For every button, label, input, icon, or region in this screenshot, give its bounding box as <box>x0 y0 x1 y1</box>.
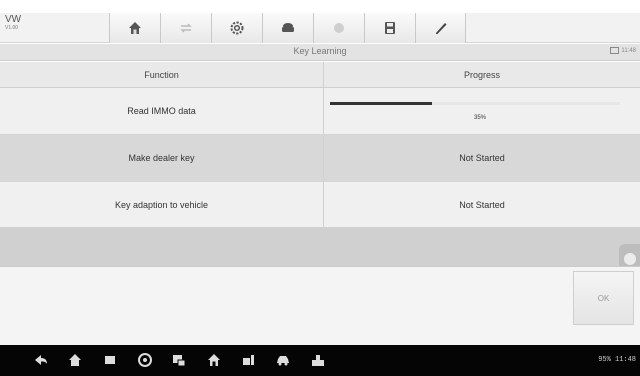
column-header-progress: Progress <box>463 69 500 80</box>
save-button[interactable] <box>364 13 415 43</box>
progress-bar <box>330 102 620 105</box>
home-icon <box>129 22 141 34</box>
function-cell: Key adaption to vehicle <box>0 182 324 228</box>
print-button[interactable] <box>262 13 313 43</box>
print-icon <box>282 23 294 32</box>
autel-home-icon <box>208 354 220 366</box>
browser-button[interactable] <box>136 352 154 368</box>
screenshot-button[interactable] <box>170 352 188 368</box>
ok-button[interactable]: OK <box>573 271 634 325</box>
status-indicators: 95% 11:48 <box>598 356 636 364</box>
progress-cell: Not Started <box>459 200 505 210</box>
recent-apps-icon <box>105 356 115 364</box>
table-row[interactable]: Make dealer key Not Started <box>0 135 640 182</box>
car-icon <box>277 356 289 366</box>
title-right-info: 11:48 <box>610 47 636 54</box>
empty-content-area <box>0 227 640 266</box>
home-icon <box>69 354 81 366</box>
vehicle-make: VW <box>5 14 22 25</box>
shop-button[interactable] <box>309 352 327 368</box>
title-bar: Key Learning 11:48 <box>0 44 640 61</box>
shop-icon <box>312 355 324 366</box>
browser-icon <box>138 353 152 367</box>
header-toolbar: VW V1.00 <box>0 13 640 43</box>
function-cell: Read IMMO data <box>0 88 324 134</box>
page-title: Key Learning <box>293 46 347 56</box>
progress-indicator: 35% <box>330 98 630 128</box>
save-icon <box>385 22 395 34</box>
toolbar <box>109 13 517 43</box>
progress-cell: 35% <box>324 88 640 134</box>
vehicle-brand: VW V1.00 <box>5 14 65 42</box>
device-icon <box>610 47 620 54</box>
progress-fill <box>330 102 432 105</box>
back-icon <box>35 355 47 365</box>
table-row[interactable]: Key adaption to vehicle Not Started <box>0 182 640 229</box>
column-header-function: Function <box>0 62 324 87</box>
system-nav-bar: 95% 11:48 <box>0 345 640 376</box>
vci-icon <box>243 355 254 365</box>
table-row[interactable]: Read IMMO data 35% <box>0 88 640 135</box>
software-version: V1.00 <box>5 25 19 31</box>
title-time: 11:48 <box>621 47 636 54</box>
progress-percent: 35% <box>473 115 486 121</box>
top-strip <box>0 0 640 13</box>
table-header: Function Progress <box>0 62 640 88</box>
vehicle-swap-button[interactable] <box>160 13 211 43</box>
floating-circle-icon <box>623 253 636 265</box>
vci-button[interactable] <box>240 352 258 368</box>
back-button[interactable] <box>32 352 50 368</box>
function-cell: Make dealer key <box>0 135 324 181</box>
recent-apps-button[interactable] <box>101 352 119 368</box>
autel-home-button[interactable] <box>205 352 223 368</box>
settings-icon <box>230 21 244 35</box>
settings-button[interactable] <box>211 13 262 43</box>
footer-bar <box>0 266 640 345</box>
key-learning-table: Function Progress Read IMMO data 35% Mak… <box>0 62 640 229</box>
vehicle-swap-icon <box>180 23 192 33</box>
nav-home-button[interactable] <box>66 352 84 368</box>
help-button[interactable] <box>313 13 364 43</box>
screenshot-icon <box>173 355 186 367</box>
edit-button[interactable] <box>415 13 466 43</box>
edit-icon <box>435 23 446 34</box>
progress-cell: Not Started <box>459 153 505 163</box>
car-button[interactable] <box>274 352 292 368</box>
home-button[interactable] <box>109 13 160 43</box>
help-icon <box>334 23 344 33</box>
